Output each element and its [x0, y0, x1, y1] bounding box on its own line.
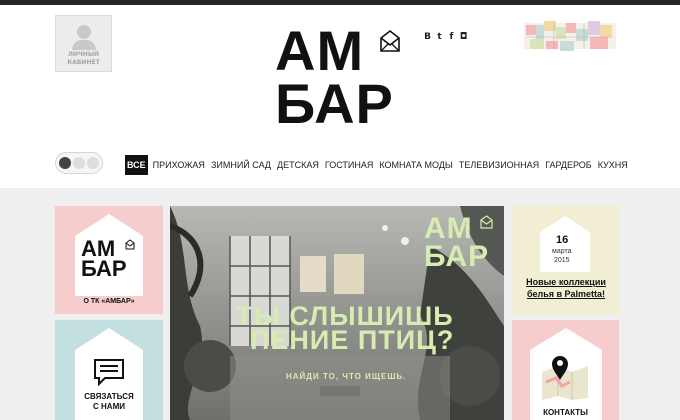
header: ЛИЧНЫЙ КАБИНЕТ АМ БАР В t f ◘ ВСЕ ПРИХОЖ…: [0, 5, 680, 188]
nav-item-kids-room[interactable]: ДЕТСКАЯ: [277, 160, 319, 170]
nav-item-living-room[interactable]: ГОСТИНАЯ: [325, 160, 374, 170]
hero-logo-line2: БАР: [424, 240, 490, 273]
about-logo-line2: БАР: [81, 256, 127, 281]
news-year: 2015: [554, 257, 570, 264]
contacts-card[interactable]: КОНТАКТЫ: [512, 320, 619, 420]
personal-cabinet-label: ЛИЧНЫЙ КАБИНЕТ: [67, 51, 100, 66]
about-label: О ТК «АМБАР»: [83, 298, 135, 305]
map-pin-icon: [542, 356, 588, 400]
hero-envelope-icon: [480, 215, 493, 229]
instagram-icon[interactable]: ◘: [459, 32, 468, 43]
user-icon-body: [72, 40, 96, 50]
category-nav: ВСЕ ПРИХОЖАЯ ЗИМНИЙ САД ДЕТСКАЯ ГОСТИНАЯ…: [125, 155, 634, 175]
site-logo[interactable]: АМ БАР: [275, 19, 405, 135]
facebook-icon[interactable]: f: [447, 32, 456, 43]
user-icon: [77, 25, 91, 39]
nav-item-kitchen[interactable]: КУХНЯ: [598, 160, 628, 170]
news-day: 16: [556, 234, 569, 246]
nav-all-button[interactable]: ВСЕ: [125, 155, 148, 175]
clothes-icon[interactable]: [73, 157, 85, 169]
floor-map-thumbnail[interactable]: [524, 19, 616, 53]
personal-cabinet-button[interactable]: ЛИЧНЫЙ КАБИНЕТ: [55, 15, 112, 72]
chat-bubble-icon: [94, 359, 124, 386]
social-links: В t f ◘: [423, 32, 468, 43]
nav-item-tv-room[interactable]: ТЕЛЕВИЗИОННАЯ: [459, 160, 539, 170]
logo-line2: БАР: [275, 72, 394, 135]
news-title[interactable]: Новые коллекции белья в Palmetta!: [516, 276, 616, 300]
contact-us-label-line2: С НАМИ: [93, 402, 125, 411]
hero-banner[interactable]: АМ БАР ТЫ СЛЫШИШЬ ПЕНИЕ ПТИЦ? НАЙДИ ТО, …: [170, 206, 504, 420]
nav-item-wardrobe[interactable]: ГАРДЕРОБ: [545, 160, 592, 170]
hero-headline-line2: ПЕНИЕ ПТИЦ?: [250, 325, 455, 355]
twitter-icon[interactable]: t: [435, 32, 444, 43]
vk-icon[interactable]: В: [423, 32, 432, 43]
news-card[interactable]: 16 марта 2015 Новые коллекции белья в Pa…: [512, 206, 619, 314]
nav-item-winter-garden[interactable]: ЗИМНИЙ САД: [211, 160, 271, 170]
contacts-label: КОНТАКТЫ: [543, 408, 588, 417]
about-card[interactable]: АМ БАР О ТК «АМБАР»: [55, 206, 163, 314]
hero-subtitle: НАЙДИ ТО, ЧТО ИЩЕШЬ.: [286, 372, 407, 381]
about-envelope-icon: [125, 239, 135, 250]
logo-envelope-icon: [380, 29, 400, 52]
logo-line1: АМ: [275, 19, 365, 82]
nav-item-fashion-room[interactable]: КОМНАТА МОДЫ: [379, 160, 453, 170]
view-switcher: [55, 152, 103, 174]
contact-us-card[interactable]: СВЯЗАТЬСЯ С НАМИ: [55, 320, 163, 420]
nav-item-hallway[interactable]: ПРИХОЖАЯ: [153, 160, 205, 170]
news-month: марта: [552, 248, 572, 255]
search-icon[interactable]: [87, 157, 99, 169]
contact-us-label-line1: СВЯЗАТЬСЯ: [84, 392, 134, 401]
grid-view-icon[interactable]: [59, 157, 71, 169]
